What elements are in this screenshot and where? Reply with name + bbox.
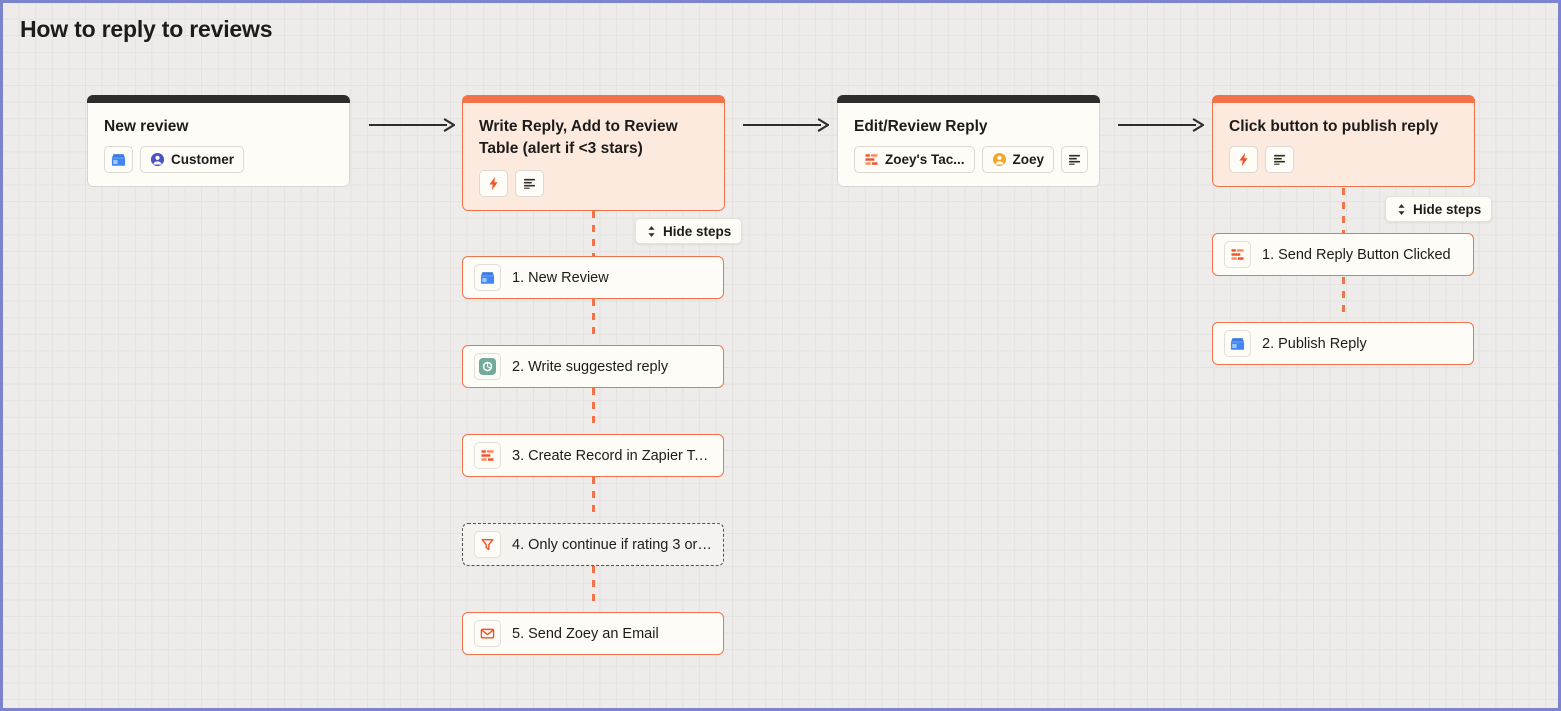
step-item-write-suggested-reply[interactable]: 2. Write suggested reply: [462, 345, 724, 388]
chevron-up-down-icon: [1396, 203, 1407, 216]
step-item-filter-rating[interactable]: 4. Only continue if rating 3 or l...: [462, 523, 724, 566]
card-header-bar: [462, 95, 725, 103]
zapier-tables-icon: [1224, 241, 1251, 268]
step-item-create-record[interactable]: 3. Create Record in Zapier Tab...: [462, 434, 724, 477]
chip-lightning-bolt[interactable]: [1229, 146, 1258, 173]
lightning-bolt-icon: [486, 176, 501, 191]
card-chip-row: Customer: [104, 146, 333, 173]
card-header-bar: [837, 95, 1100, 103]
chip-customer[interactable]: Customer: [140, 146, 245, 173]
step-connector: [592, 211, 595, 257]
step-item-send-reply-button-clicked[interactable]: 1. Send Reply Button Clicked: [1212, 233, 1474, 276]
google-business-profile-icon: [474, 264, 501, 291]
hide-steps-label: Hide steps: [663, 223, 732, 239]
text-lines-icon: [1272, 152, 1287, 167]
chip-label: Customer: [171, 151, 235, 167]
google-business-profile-icon: [1224, 330, 1251, 357]
text-lines-icon: [1067, 152, 1082, 167]
hide-steps-label: Hide steps: [1413, 201, 1482, 217]
step-label: 1. New Review: [512, 269, 609, 286]
arrow-edit-review-to-click-publish: [1118, 118, 1204, 132]
step-connector: [592, 477, 595, 519]
chip-lightning-bolt[interactable]: [479, 170, 508, 197]
step-label: 5. Send Zoey an Email: [512, 625, 659, 642]
flow-card-edit-review-reply[interactable]: Edit/Review Reply Zoey's Tac... Zoey: [837, 95, 1100, 187]
step-connector: [1342, 277, 1345, 319]
card-title: Write Reply, Add to Review Table (alert …: [479, 118, 678, 157]
step-label: 2. Write suggested reply: [512, 358, 669, 375]
chevron-up-down-icon: [646, 225, 657, 238]
chip-notes[interactable]: [515, 170, 544, 197]
step-item-publish-reply[interactable]: 2. Publish Reply: [1212, 322, 1474, 365]
card-chip-row: [479, 170, 708, 197]
card-header-bar: [1212, 95, 1475, 103]
card-title: Edit/Review Reply: [854, 118, 988, 135]
page-title: How to reply to reviews: [20, 16, 273, 42]
zapier-tables-icon: [864, 152, 879, 167]
email-icon: [474, 620, 501, 647]
flow-card-new-review[interactable]: New review Customer: [87, 95, 350, 187]
chip-google-business-profile[interactable]: [104, 146, 133, 173]
chip-zapier-tables[interactable]: Zoey's Tac...: [854, 146, 975, 173]
flow-card-click-publish[interactable]: Click button to publish reply: [1212, 95, 1475, 187]
card-title: Click button to publish reply: [1229, 118, 1439, 135]
step-connector: [592, 388, 595, 430]
hide-steps-button-right[interactable]: Hide steps: [1385, 196, 1493, 222]
step-label: 2. Publish Reply: [1262, 335, 1367, 352]
person-circle-icon: [992, 152, 1007, 167]
hide-steps-button-middle[interactable]: Hide steps: [635, 218, 743, 244]
person-circle-icon: [150, 152, 165, 167]
flow-canvas[interactable]: How to reply to reviews New review Custo…: [0, 0, 1561, 711]
chip-label: Zoey's Tac...: [885, 151, 965, 167]
arrow-new-review-to-write-reply: [369, 118, 455, 132]
step-label: 4. Only continue if rating 3 or l...: [512, 536, 712, 553]
step-connector: [1342, 188, 1345, 234]
text-lines-icon: [522, 176, 537, 191]
card-chip-row: [1229, 146, 1458, 173]
step-connector: [592, 299, 595, 341]
lightning-bolt-icon: [1236, 152, 1251, 167]
filter-icon: [474, 531, 501, 558]
step-label: 1. Send Reply Button Clicked: [1262, 246, 1451, 263]
flow-card-write-reply[interactable]: Write Reply, Add to Review Table (alert …: [462, 95, 725, 211]
step-item-send-email[interactable]: 5. Send Zoey an Email: [462, 612, 724, 655]
card-title: New review: [104, 118, 189, 135]
step-connector: [592, 566, 595, 608]
chip-notes[interactable]: [1265, 146, 1294, 173]
google-business-profile-icon: [111, 152, 126, 167]
arrow-write-reply-to-edit-review: [743, 118, 829, 132]
card-chip-row: Zoey's Tac... Zoey: [854, 146, 1089, 173]
openai-icon: [474, 353, 501, 380]
chip-label: Zoey: [1012, 151, 1045, 167]
step-label: 3. Create Record in Zapier Tab...: [512, 447, 712, 464]
step-item-new-review[interactable]: 1. New Review: [462, 256, 724, 299]
card-header-bar: [87, 95, 350, 103]
chip-zoey[interactable]: Zoey: [981, 146, 1055, 173]
chip-notes[interactable]: [1061, 146, 1089, 173]
zapier-tables-icon: [474, 442, 501, 469]
